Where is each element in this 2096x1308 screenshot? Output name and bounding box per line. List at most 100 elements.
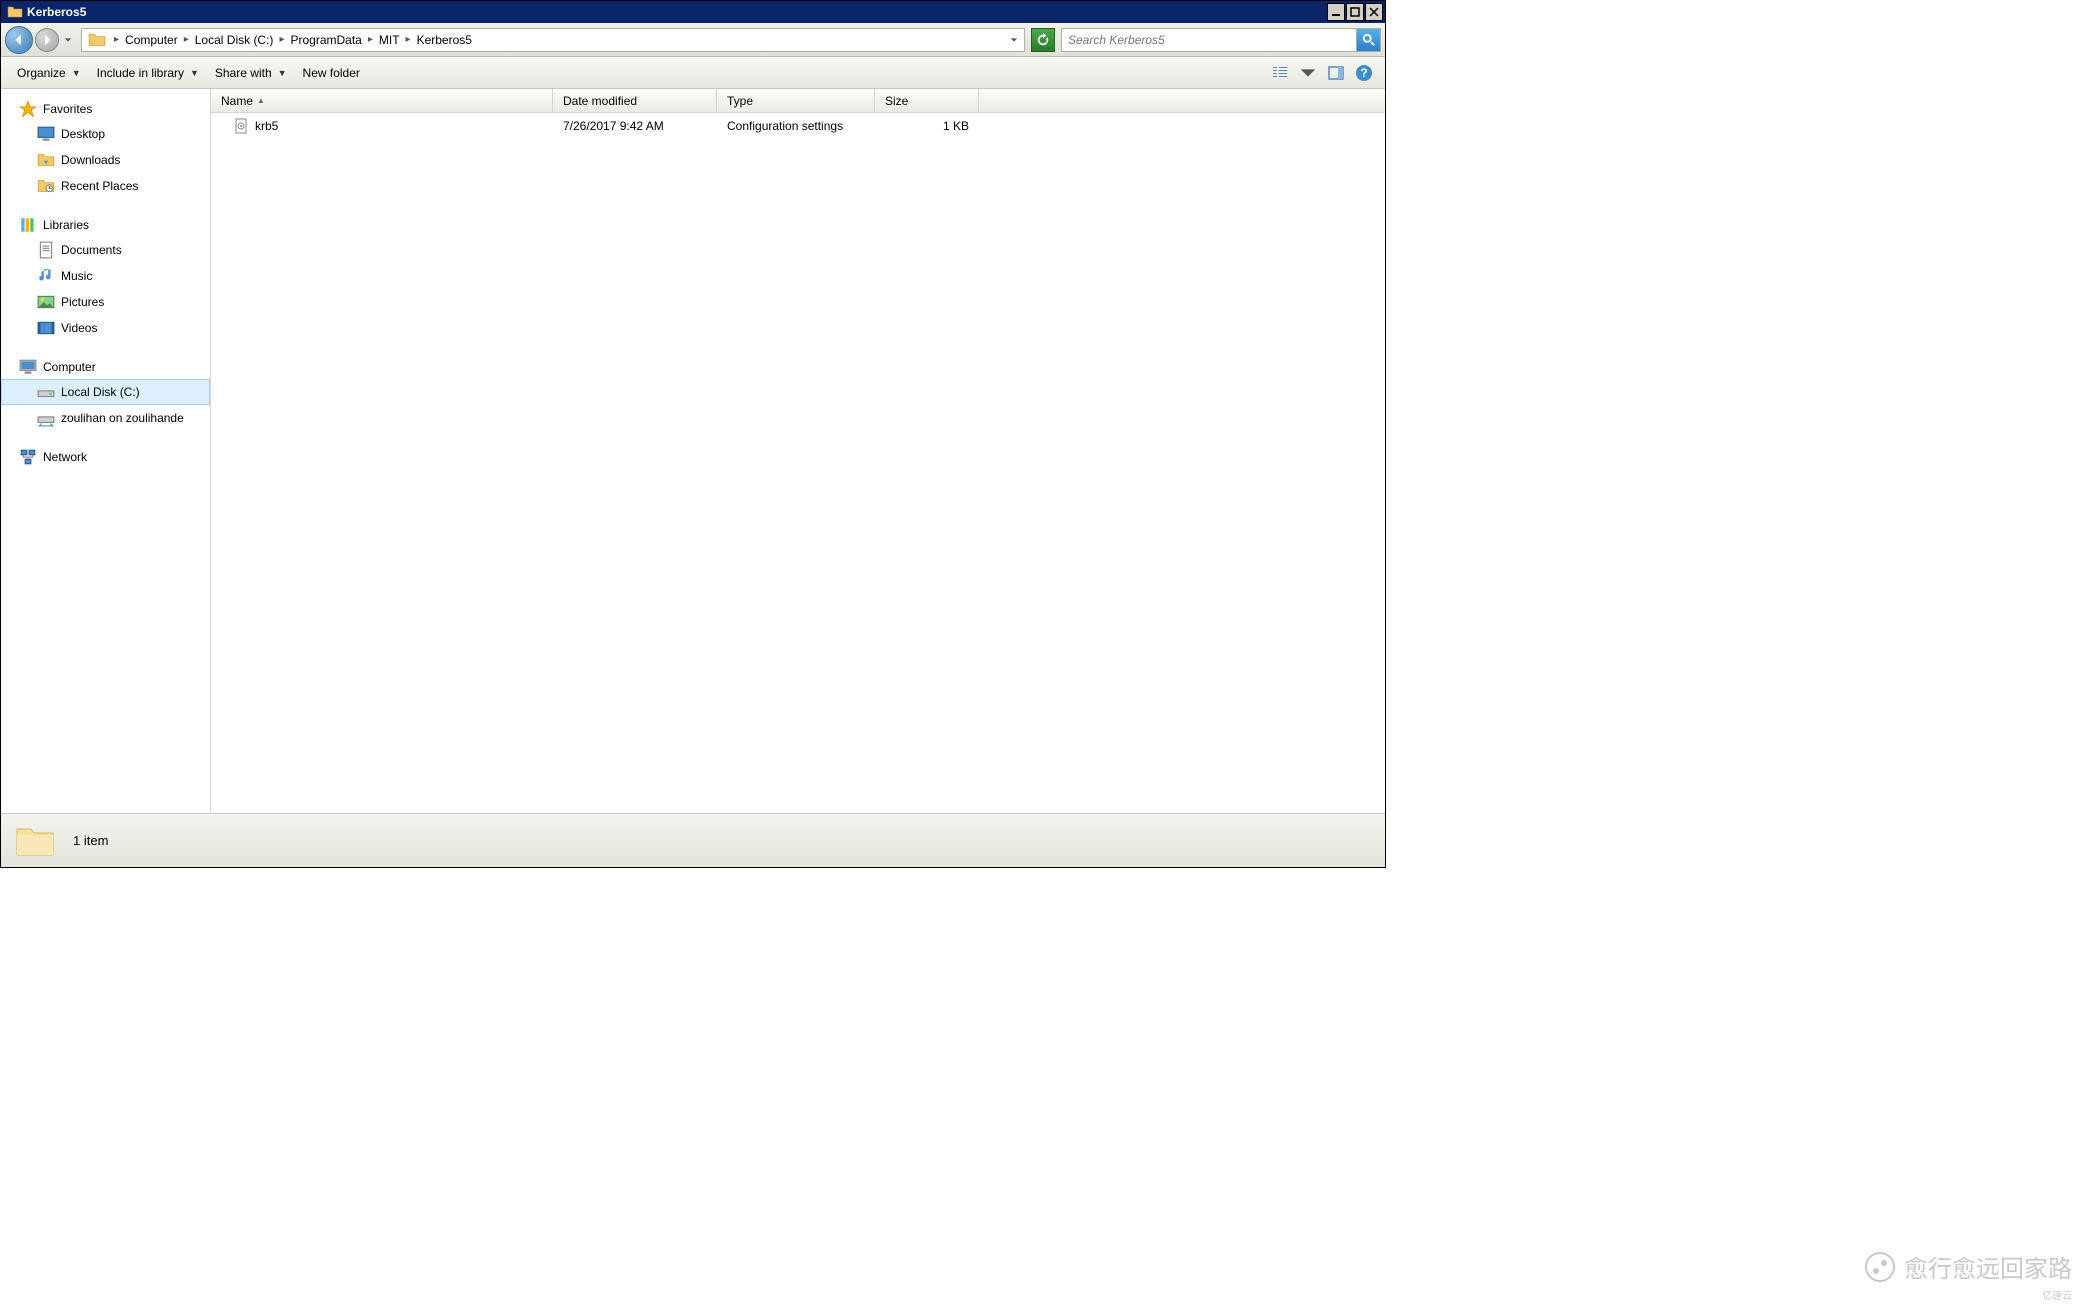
caret-down-icon: ▼: [190, 68, 199, 78]
watermark-small-text: 亿速云: [2042, 1291, 2072, 1302]
refresh-button[interactable]: [1031, 28, 1055, 52]
svg-text:?: ?: [1360, 66, 1367, 80]
sidebar-item-videos[interactable]: Videos: [1, 315, 210, 341]
sidebar-computer[interactable]: Computer: [1, 355, 210, 379]
star-icon: [19, 100, 37, 118]
column-header-date[interactable]: Date modified: [553, 89, 717, 112]
sidebar-item-desktop[interactable]: Desktop: [1, 121, 210, 147]
sidebar-item-pictures[interactable]: Pictures: [1, 289, 210, 315]
preview-pane-button[interactable]: [1323, 60, 1349, 86]
column-label: Name: [221, 94, 253, 108]
file-size: 1 KB: [943, 119, 969, 133]
music-icon: [37, 267, 55, 285]
breadcrumb-item[interactable]: Kerberos5: [415, 29, 474, 51]
toolbar-label: New folder: [303, 66, 360, 80]
network-drive-icon: [37, 409, 55, 427]
titlebar: Kerberos5: [1, 1, 1385, 23]
sidebar-item-label: Documents: [61, 243, 122, 257]
sidebar-item-local-disk[interactable]: Local Disk (C:): [1, 379, 210, 405]
caret-down-icon: ▼: [278, 68, 287, 78]
minimize-button[interactable]: [1327, 3, 1345, 21]
breadcrumb-label: Kerberos5: [417, 33, 472, 47]
new-folder-button[interactable]: New folder: [295, 62, 368, 84]
status-text: 1 item: [73, 833, 108, 848]
sidebar-favorites[interactable]: Favorites: [1, 97, 210, 121]
sidebar-item-label: Downloads: [61, 153, 120, 167]
file-name: krb5: [255, 119, 278, 133]
close-button[interactable]: [1365, 3, 1383, 21]
search-box: [1061, 28, 1381, 52]
chevron-right-icon[interactable]: ▸: [364, 34, 377, 45]
sidebar-item-network-location[interactable]: zoulihan on zoulihande: [1, 405, 210, 431]
sidebar-label: Libraries: [43, 218, 89, 232]
file-row[interactable]: krb5 7/26/2017 9:42 AM Configuration set…: [211, 113, 1385, 139]
libraries-icon: [19, 216, 37, 234]
chevron-right-icon[interactable]: ▸: [180, 34, 193, 45]
breadcrumb-item[interactable]: Computer: [123, 29, 180, 51]
address-bar[interactable]: ▸ Computer ▸ Local Disk (C:) ▸ ProgramDa…: [81, 28, 1025, 52]
file-list[interactable]: krb5 7/26/2017 9:42 AM Configuration set…: [211, 113, 1385, 813]
sort-asc-icon: ▲: [257, 96, 265, 105]
address-dropdown[interactable]: [1006, 36, 1022, 44]
window-title: Kerberos5: [27, 5, 1326, 19]
help-button[interactable]: ?: [1351, 60, 1377, 86]
back-button[interactable]: [5, 26, 33, 54]
chevron-right-icon[interactable]: ▸: [110, 34, 123, 45]
include-in-library-button[interactable]: Include in library ▼: [89, 62, 207, 84]
chevron-right-icon[interactable]: ▸: [275, 34, 288, 45]
sidebar-label: Network: [43, 450, 87, 464]
maximize-button[interactable]: [1346, 3, 1364, 21]
sidebar-item-label: Local Disk (C:): [61, 385, 140, 399]
videos-icon: [37, 319, 55, 337]
column-headers: Name ▲ Date modified Type Size: [211, 89, 1385, 113]
breadcrumb: ▸ Computer ▸ Local Disk (C:) ▸ ProgramDa…: [110, 29, 1006, 51]
toolbar: Organize ▼ Include in library ▼ Share with…: [1, 57, 1385, 89]
watermark: 愈行愈远回家路: [1864, 1249, 2072, 1284]
drive-icon: [37, 383, 55, 401]
recent-icon: [37, 177, 55, 195]
sidebar-network[interactable]: Network: [1, 445, 210, 469]
view-options-button[interactable]: [1267, 60, 1293, 86]
folder-icon: [7, 4, 23, 20]
watermark-small: 亿速云: [2042, 1287, 2072, 1302]
chevron-right-icon[interactable]: ▸: [402, 34, 415, 45]
sidebar-item-music[interactable]: Music: [1, 263, 210, 289]
sidebar-item-label: Recent Places: [61, 179, 138, 193]
file-view: Name ▲ Date modified Type Size krb5 7/26/…: [211, 89, 1385, 813]
search-button[interactable]: [1356, 29, 1380, 51]
breadcrumb-item[interactable]: ProgramData: [288, 29, 363, 51]
watermark-text: 愈行愈远回家路: [1904, 1249, 2072, 1284]
forward-button[interactable]: [35, 28, 59, 52]
sidebar-item-label: Desktop: [61, 127, 105, 141]
computer-icon: [19, 358, 37, 376]
search-input[interactable]: [1062, 33, 1356, 47]
sidebar-libraries[interactable]: Libraries: [1, 213, 210, 237]
column-header-size[interactable]: Size: [875, 89, 979, 112]
caret-down-icon: ▼: [72, 68, 81, 78]
history-dropdown[interactable]: [61, 28, 75, 52]
column-header-name[interactable]: Name ▲: [211, 89, 553, 112]
toolbar-label: Share with: [215, 66, 272, 80]
organize-button[interactable]: Organize ▼: [9, 62, 89, 84]
sidebar-item-downloads[interactable]: Downloads: [1, 147, 210, 173]
folder-icon: [88, 31, 106, 49]
breadcrumb-label: MIT: [379, 33, 400, 47]
breadcrumb-item[interactable]: Local Disk (C:): [193, 29, 276, 51]
breadcrumb-item[interactable]: MIT: [377, 29, 402, 51]
share-with-button[interactable]: Share with ▼: [207, 62, 295, 84]
folder-large-icon: [13, 819, 57, 863]
sidebar-item-label: zoulihan on zoulihande: [61, 411, 184, 425]
sidebar-item-recent-places[interactable]: Recent Places: [1, 173, 210, 199]
sidebar-item-documents[interactable]: Documents: [1, 237, 210, 263]
desktop-icon: [37, 125, 55, 143]
pictures-icon: [37, 293, 55, 311]
documents-icon: [37, 241, 55, 259]
column-header-type[interactable]: Type: [717, 89, 875, 112]
view-dropdown-button[interactable]: [1295, 60, 1321, 86]
toolbar-label: Organize: [17, 66, 66, 80]
column-label: Size: [885, 94, 908, 108]
toolbar-label: Include in library: [97, 66, 184, 80]
navbar: ▸ Computer ▸ Local Disk (C:) ▸ ProgramDa…: [1, 23, 1385, 57]
column-label: Type: [727, 94, 753, 108]
downloads-icon: [37, 151, 55, 169]
